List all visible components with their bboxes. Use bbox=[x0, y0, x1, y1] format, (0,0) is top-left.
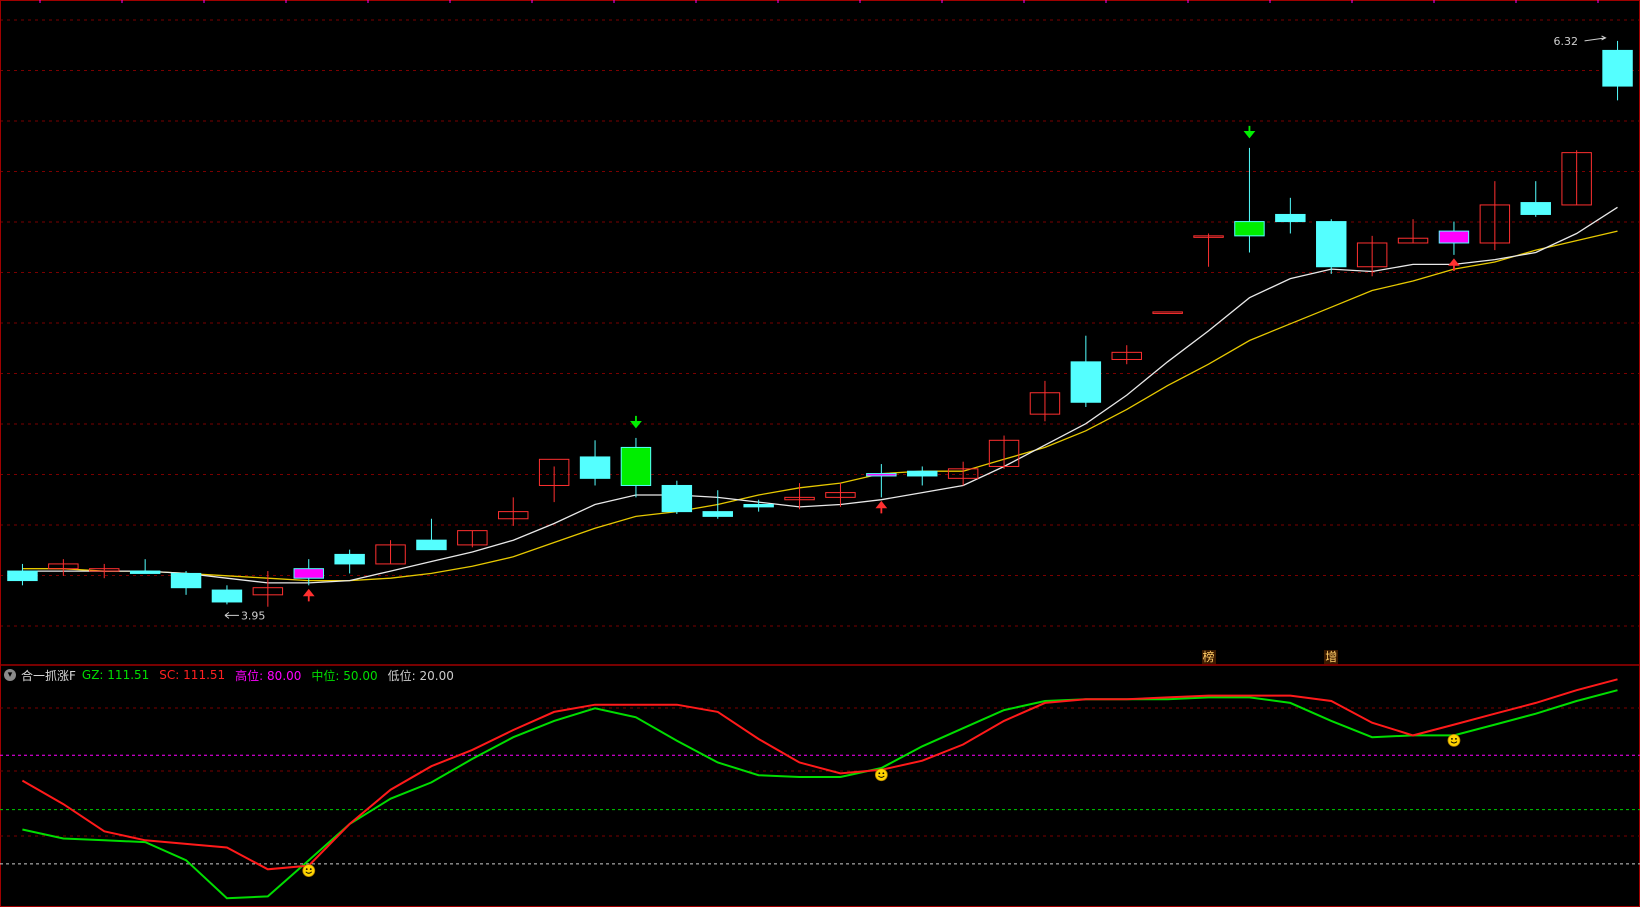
sc-readout: SC: 111.51 bbox=[159, 668, 225, 682]
candle-body bbox=[620, 446, 652, 486]
high-pointer bbox=[1584, 35, 1607, 42]
smile-icon bbox=[302, 864, 316, 878]
price-low-label: 3.95 bbox=[241, 609, 266, 622]
event-tag-bang[interactable]: 榜 bbox=[1201, 650, 1216, 664]
candle-body bbox=[1316, 221, 1347, 268]
candle-body bbox=[661, 484, 693, 513]
indicator-name[interactable]: 合一抓涨F bbox=[21, 667, 76, 684]
signal-markers bbox=[224, 35, 1607, 619]
candle-body bbox=[293, 568, 324, 579]
candle-body bbox=[1520, 202, 1551, 215]
candle-body bbox=[1275, 213, 1306, 223]
sc-value: 111.51 bbox=[183, 668, 226, 682]
down-arrow-icon bbox=[630, 415, 642, 429]
ma-slow-line bbox=[22, 230, 1618, 582]
mid-level-readout: 中位: 50.00 bbox=[311, 667, 377, 684]
chevron-down-icon[interactable]: ▾ bbox=[4, 669, 16, 681]
mid-level-label: 中位: bbox=[311, 668, 340, 683]
event-tag-zeng[interactable]: 增 bbox=[1324, 650, 1339, 664]
candles bbox=[7, 40, 1633, 607]
candle-body bbox=[129, 570, 161, 574]
chart-canvas: 6.32 3.95 bbox=[0, 0, 1640, 907]
low-level-readout: 低位: 20.00 bbox=[388, 667, 454, 684]
high-level-value: 80.00 bbox=[267, 668, 302, 683]
high-level-readout: 高位: 80.00 bbox=[235, 667, 301, 684]
candle-body bbox=[170, 572, 202, 589]
candle-body bbox=[1152, 311, 1183, 314]
indicator-panel bbox=[21, 678, 1618, 900]
moving-averages bbox=[22, 206, 1618, 584]
candle-body bbox=[1602, 49, 1633, 87]
gz-readout: GZ: 111.51 bbox=[82, 668, 149, 682]
indicator-header: ▾ 合一抓涨F GZ: 111.51 SC: 111.51 高位: 80.00 … bbox=[4, 666, 464, 684]
up-arrow-icon bbox=[302, 588, 315, 602]
sc-label: SC: bbox=[159, 668, 180, 682]
down-arrow-icon bbox=[1243, 125, 1256, 139]
mid-level-value: 50.00 bbox=[343, 668, 378, 683]
candle-body bbox=[416, 539, 447, 551]
candle-body bbox=[211, 589, 243, 603]
gz-label: GZ: bbox=[81, 668, 104, 682]
candle-body bbox=[334, 553, 365, 565]
candle-body bbox=[1070, 361, 1102, 403]
candle-body bbox=[579, 456, 611, 479]
smile-icon bbox=[1447, 734, 1461, 747]
candle-body bbox=[743, 503, 774, 508]
low-level-value: 20.00 bbox=[419, 668, 454, 683]
up-arrow-icon bbox=[875, 500, 888, 514]
candle-body bbox=[907, 470, 938, 477]
high-level-label: 高位: bbox=[235, 668, 264, 683]
candle-body bbox=[1438, 230, 1470, 244]
candle-body bbox=[1234, 221, 1265, 237]
low-pointer bbox=[224, 611, 239, 619]
low-level-label: 低位: bbox=[387, 668, 416, 683]
smile-icon bbox=[874, 768, 888, 782]
candle-body bbox=[702, 511, 733, 517]
gz-value: 111.51 bbox=[107, 668, 150, 682]
candle-body bbox=[866, 473, 897, 477]
grid bbox=[0, 0, 1640, 907]
price-high-label: 6.32 bbox=[1554, 35, 1579, 48]
ma-fast-line bbox=[22, 206, 1618, 584]
candle-body bbox=[7, 570, 38, 582]
